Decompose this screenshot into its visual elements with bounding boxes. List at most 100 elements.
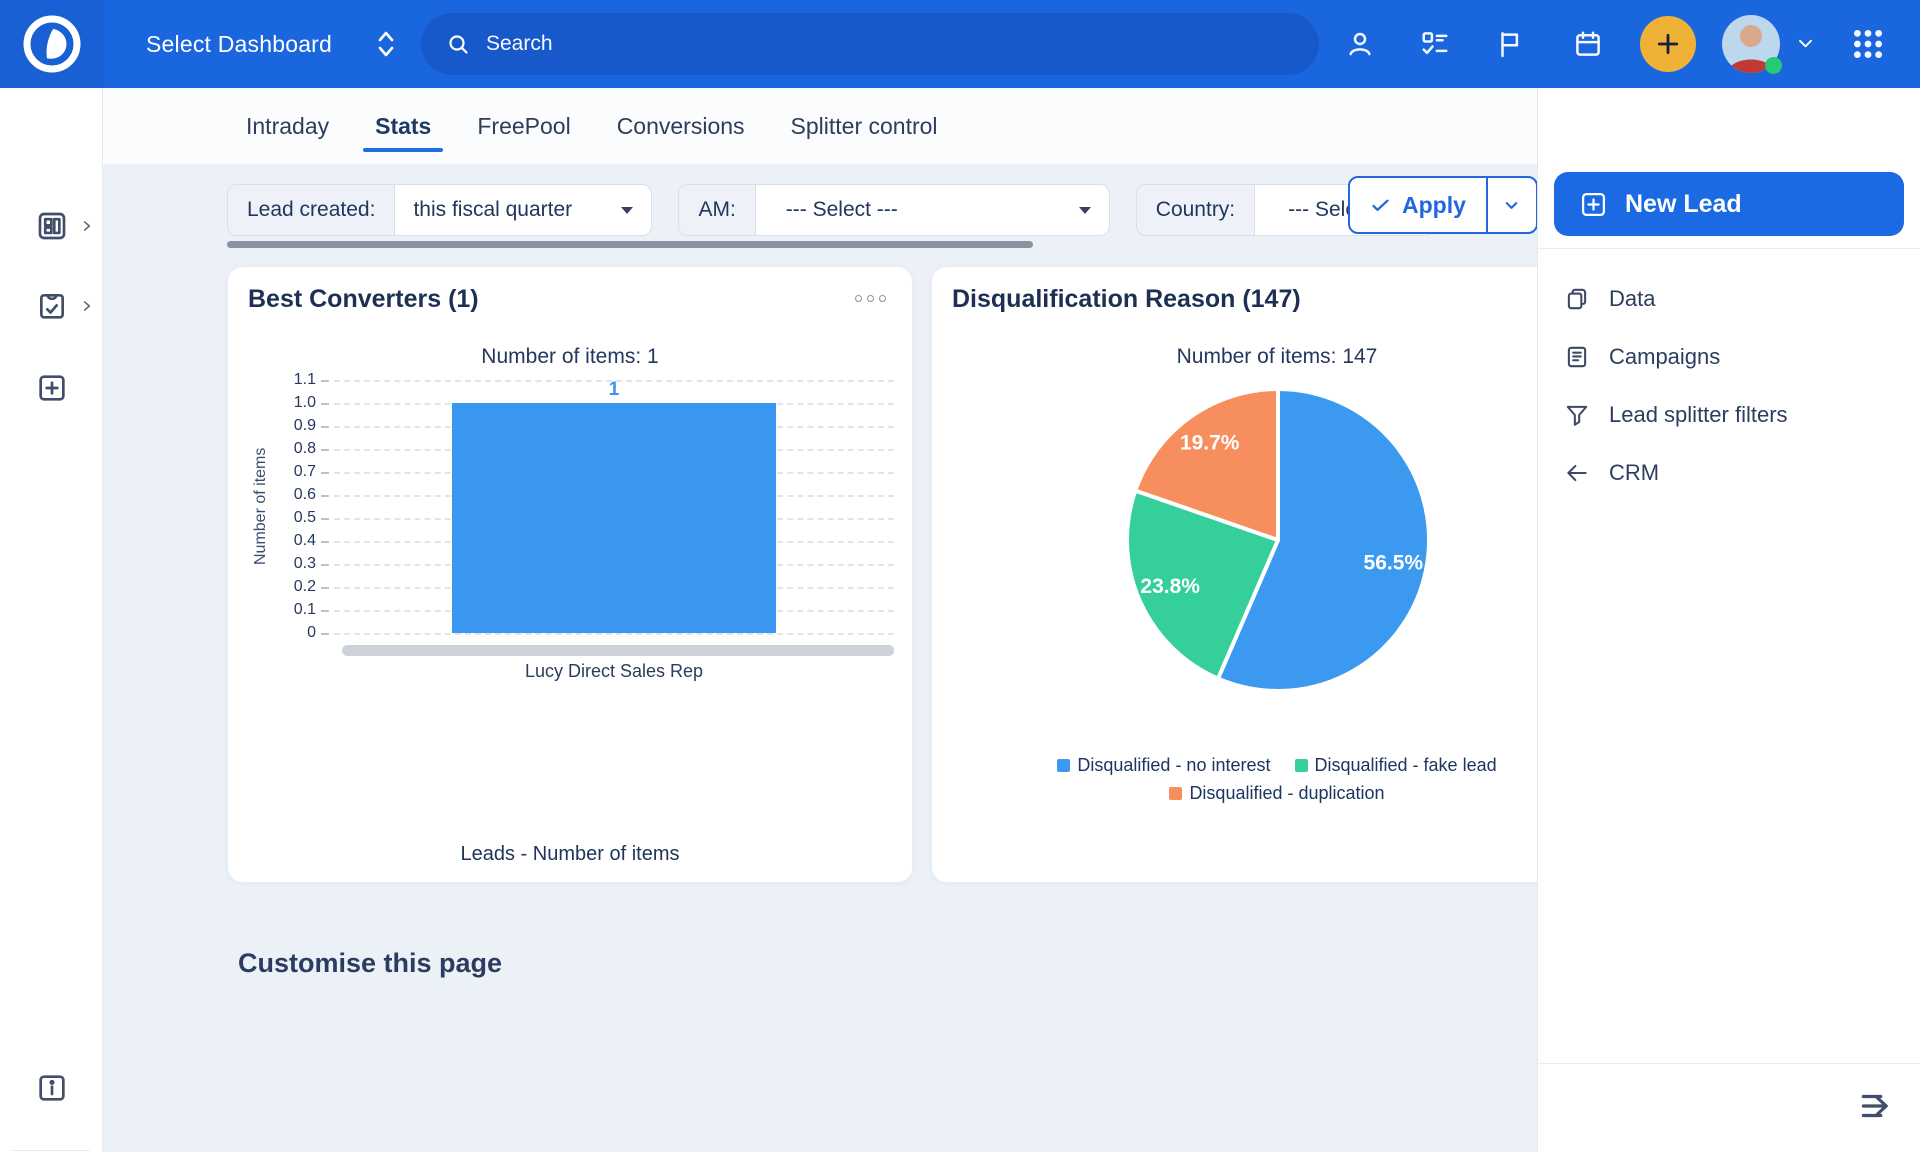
pie-chart-legend: Disqualified - no interest Disqualified -… <box>997 755 1557 804</box>
data-pages-icon <box>1564 286 1590 312</box>
card-disqualification-reason: Disqualification Reason (147) Number of … <box>931 266 1623 883</box>
tab-intraday[interactable]: Intraday <box>234 88 341 164</box>
bar-lucy-direct-sales-rep[interactable]: 1 <box>452 403 777 633</box>
panel-item-crm-back[interactable]: CRM <box>1538 444 1920 502</box>
add-button[interactable] <box>1640 16 1696 72</box>
filter-lead-created-value: this fiscal quarter <box>413 198 572 222</box>
pie-chart: 56.5%23.8%19.7% <box>1123 385 1433 695</box>
tab-freepool[interactable]: FreePool <box>465 88 582 164</box>
tab-label: Intraday <box>246 113 329 140</box>
pie-slice-percent-label: 56.5% <box>1364 551 1424 574</box>
flag-icon[interactable] <box>1495 29 1525 59</box>
profile-chevron-down-icon[interactable] <box>1796 36 1815 52</box>
tab-label: FreePool <box>477 113 570 140</box>
avatar[interactable] <box>1722 15 1780 73</box>
back-arrow-icon <box>1564 460 1590 486</box>
new-lead-button[interactable]: New Lead <box>1554 172 1904 236</box>
legend-label: Disqualified - fake lead <box>1315 755 1497 776</box>
filter-country-label: Country: <box>1137 185 1255 235</box>
legend-label: Disqualified - no interest <box>1077 755 1270 776</box>
apply-split-button: Apply <box>1348 176 1538 234</box>
legend-swatch <box>1057 759 1070 772</box>
bar-value-label: 1 <box>452 379 777 401</box>
filter-am-select[interactable]: --- Select --- <box>756 185 1109 235</box>
bar-chart-plot-area: 1 <box>334 380 894 633</box>
chevron-right-icon[interactable] <box>80 299 94 313</box>
panel-item-label: Campaigns <box>1609 344 1720 370</box>
legend-item-disqualified-duplication[interactable]: Disqualified - duplication <box>1169 783 1384 804</box>
search-input[interactable] <box>486 32 1186 56</box>
tab-conversions[interactable]: Conversions <box>605 88 757 164</box>
y-tick-label: 0.3 <box>294 555 316 573</box>
customise-page-link[interactable]: Customise this page <box>238 948 502 979</box>
tab-stats[interactable]: Stats <box>363 88 443 164</box>
plus-square-icon[interactable] <box>36 372 68 404</box>
filter-am: AM: --- Select --- <box>678 184 1109 236</box>
legend-item-disqualified-no-interest[interactable]: Disqualified - no interest <box>1057 755 1270 776</box>
card-title: Disqualification Reason (147) <box>952 285 1301 314</box>
tab-label: Conversions <box>617 113 745 140</box>
filter-lead-created-select[interactable]: this fiscal quarter <box>395 185 651 235</box>
search-bar[interactable] <box>421 13 1319 75</box>
filter-am-value: --- Select --- <box>786 198 898 222</box>
apply-options-button[interactable] <box>1486 178 1536 232</box>
right-panel: New Lead Data Campaigns Lead splitter f <box>1537 88 1920 1152</box>
tasks-icon[interactable] <box>1420 29 1450 59</box>
new-lead-button-label: New Lead <box>1625 190 1742 219</box>
tab-label: Stats <box>375 113 431 140</box>
expand-panel-icon[interactable] <box>1857 1087 1895 1125</box>
panel-item-label: Data <box>1609 286 1655 312</box>
caret-down-icon <box>1079 207 1091 214</box>
y-tick-label: 0.2 <box>294 578 316 596</box>
tab-splitter-control[interactable]: Splitter control <box>779 88 950 164</box>
y-tick-label: 0.6 <box>294 486 316 504</box>
panel-menu: Data Campaigns Lead splitter filters CRM <box>1538 270 1920 502</box>
panel-item-campaigns[interactable]: Campaigns <box>1538 328 1920 386</box>
info-icon[interactable] <box>36 1072 68 1104</box>
y-tick-label: 0.5 <box>294 509 316 527</box>
apply-button[interactable]: Apply <box>1350 178 1486 232</box>
y-tick-label: 0.4 <box>294 532 316 550</box>
filter-am-label: AM: <box>679 185 755 235</box>
card-title: Best Converters (1) <box>248 285 479 314</box>
filter-lead-created: Lead created: this fiscal quarter <box>227 184 652 236</box>
y-tick-label: 0.1 <box>294 601 316 619</box>
crm-dashboard-app: Select Dashboard <box>0 0 1920 1152</box>
apply-button-label: Apply <box>1402 192 1466 219</box>
apps-grid-icon[interactable] <box>1851 27 1885 61</box>
legend-item-disqualified-fake-lead[interactable]: Disqualified - fake lead <box>1295 755 1497 776</box>
calendar-icon[interactable] <box>1573 29 1603 59</box>
panel-divider <box>1538 248 1920 249</box>
bar-chart-y-ticks: 1.11.00.90.80.70.60.50.40.30.20.10 <box>228 380 320 633</box>
legend-label: Disqualified - duplication <box>1189 783 1384 804</box>
y-tick-label: 1.0 <box>294 394 316 412</box>
app-logo[interactable] <box>20 12 84 76</box>
y-tick-label: 0.9 <box>294 417 316 435</box>
y-tick-label: 1.1 <box>294 371 316 389</box>
dashboards-icon[interactable] <box>36 210 68 242</box>
pie-slice-percent-label: 19.7% <box>1180 432 1240 455</box>
y-tick-label: 0 <box>307 624 316 642</box>
legend-swatch <box>1295 759 1308 772</box>
card-subtitle: Number of items: 147 <box>932 345 1622 369</box>
filters-horizontal-scrollbar[interactable] <box>227 241 1033 248</box>
user-icon[interactable] <box>1345 29 1375 59</box>
chevron-right-icon[interactable] <box>80 219 94 233</box>
panel-item-lead-splitter-filters[interactable]: Lead splitter filters <box>1538 386 1920 444</box>
chevron-down-icon <box>1502 196 1521 215</box>
dashboard-selector[interactable]: Select Dashboard <box>146 0 398 88</box>
online-status-dot <box>1765 57 1782 74</box>
bar-chart-scrollbar[interactable] <box>342 645 894 656</box>
card-menu-button[interactable] <box>855 295 886 302</box>
topbar: Select Dashboard <box>0 0 1920 88</box>
left-sidebar <box>0 88 103 1152</box>
dashboard-selector-label: Select Dashboard <box>146 31 332 58</box>
check-icon <box>1370 195 1391 216</box>
bar-chart-caption: Leads - Number of items <box>228 843 912 866</box>
plus-square-icon <box>1580 191 1607 218</box>
panel-item-data[interactable]: Data <box>1538 270 1920 328</box>
funnel-icon <box>1564 402 1590 428</box>
card-best-converters: Best Converters (1) Number of items: 1 N… <box>227 266 913 883</box>
y-tick-label: 0.7 <box>294 463 316 481</box>
clipboard-check-icon[interactable] <box>36 290 68 322</box>
